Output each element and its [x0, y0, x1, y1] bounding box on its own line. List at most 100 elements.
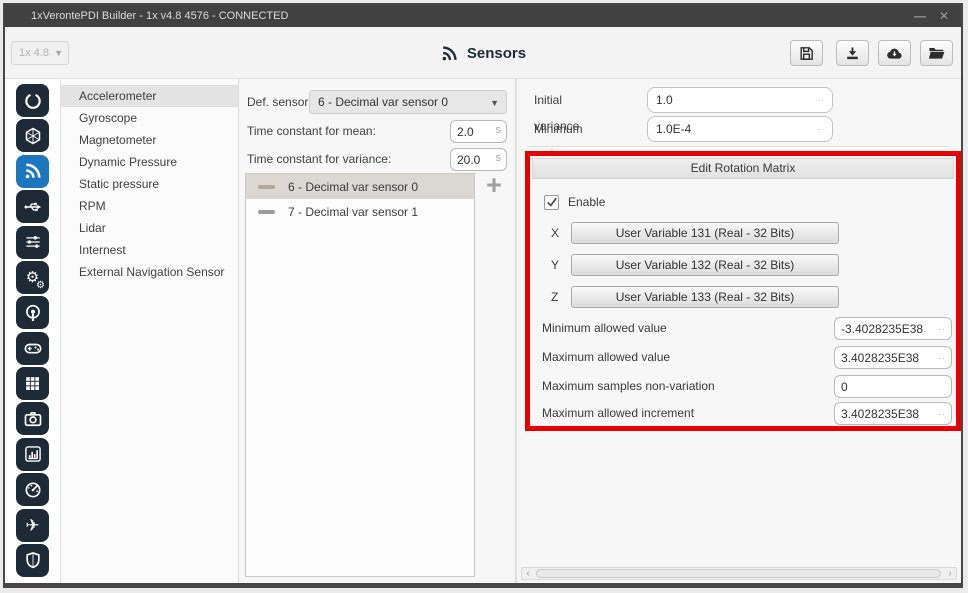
detail-panel: Initial variance .. Minimum variance .. …	[516, 79, 961, 583]
shield-icon	[23, 550, 43, 570]
def-sensor-value: 6 - Decimal var sensor 0	[318, 95, 448, 109]
cloud-download-button[interactable]	[878, 40, 911, 66]
enable-checkbox[interactable]	[544, 195, 559, 210]
toolbar-buttons	[790, 40, 953, 66]
sidebar-item-sliders[interactable]	[16, 226, 49, 259]
sidebar-item-gears[interactable]: ⚙ ⚙	[16, 261, 49, 294]
sensor-menu: Accelerometer Gyroscope Magnetometer Dyn…	[61, 79, 239, 583]
config-panel: Def. sensor: 6 - Decimal var sensor 0 ▼ …	[239, 79, 516, 583]
def-sensor-label: Def. sensor:	[247, 95, 312, 109]
overflow-dots: ..	[817, 93, 825, 104]
gamepad-icon	[23, 338, 43, 358]
menu-item-dynamic-pressure[interactable]: Dynamic Pressure	[61, 151, 238, 173]
podcast-icon	[23, 303, 43, 323]
initial-variance-input[interactable]	[647, 87, 833, 113]
axis-z-label: Z	[551, 286, 558, 308]
min-allowed-value-label: Minimum allowed value	[542, 317, 667, 340]
sidebar-item-gamepad[interactable]	[16, 332, 49, 365]
horizontal-scrollbar[interactable]: ‹ ›	[521, 567, 957, 580]
add-sensor-button[interactable]: +	[481, 173, 507, 199]
sidebar-item-plane[interactable]: ✈	[16, 509, 49, 542]
max-allowed-value-row: Maximum allowed value ..	[530, 346, 956, 369]
hexagon-wireframe-icon	[23, 126, 43, 146]
grid-icon	[23, 374, 42, 393]
axis-z-variable-button[interactable]: User Variable 133 (Real - 32 Bits)	[571, 286, 839, 308]
overflow-dots: ..	[938, 322, 946, 333]
sidebar-item-sensors[interactable]	[16, 155, 49, 188]
max-samples-label: Maximum samples non-variation	[542, 375, 715, 398]
usb-icon	[23, 197, 43, 217]
open-folder-icon	[927, 44, 946, 63]
sidebar-item-podcast[interactable]	[16, 296, 49, 329]
max-samples-input[interactable]	[834, 375, 952, 398]
scroll-left-icon[interactable]: ‹	[522, 568, 534, 579]
menu-item-external-navigation-sensor[interactable]: External Navigation Sensor	[61, 261, 238, 283]
titlebar: 1xVerontePDI Builder - 1x v4.8 4576 - CO…	[5, 5, 961, 27]
time-mean-label: Time constant for mean:	[247, 124, 376, 138]
page-title-text: Sensors	[467, 45, 526, 62]
sensor-list-item-1[interactable]: 7 - Decimal var sensor 1	[246, 199, 474, 224]
overflow-dots: ..	[938, 351, 946, 362]
axis-y-label: Y	[551, 254, 559, 276]
sidebar-item-hexagon[interactable]	[16, 119, 49, 152]
menu-item-lidar[interactable]: Lidar	[61, 217, 238, 239]
menu-item-accelerometer[interactable]: Accelerometer	[61, 85, 238, 107]
menu-item-gyroscope[interactable]: Gyroscope	[61, 107, 238, 129]
max-increment-input[interactable]	[834, 402, 952, 425]
menu-item-rpm[interactable]: RPM	[61, 195, 238, 217]
close-button[interactable]: ✕	[933, 5, 955, 27]
axis-x-variable-button[interactable]: User Variable 131 (Real - 32 Bits)	[571, 222, 839, 244]
highlight-rectangle: Edit Rotation Matrix Enable X User Varia…	[525, 151, 961, 431]
sliders-icon	[23, 232, 43, 252]
sidebar-item-bar-chart[interactable]	[16, 438, 49, 471]
sidebar-item-camera[interactable]	[16, 402, 49, 435]
max-allowed-value-input[interactable]	[834, 346, 952, 369]
save-button[interactable]	[790, 40, 823, 66]
minimum-variance-input[interactable]	[647, 116, 833, 142]
def-sensor-dropdown[interactable]: 6 - Decimal var sensor 0 ▼	[309, 90, 507, 114]
bar-chart-icon	[23, 444, 43, 464]
sidebar-item-grid[interactable]	[16, 367, 49, 400]
edit-rotation-matrix-header[interactable]: Edit Rotation Matrix	[532, 158, 954, 179]
sidebar-item-gauge[interactable]	[16, 473, 49, 506]
chevron-down-icon: ▼	[490, 92, 499, 114]
max-samples-field-wrap	[834, 375, 952, 398]
max-increment-field-wrap: ..	[834, 402, 952, 425]
scrollbar-thumb[interactable]	[536, 569, 941, 578]
enable-label: Enable	[568, 195, 605, 209]
window-title: 1xVerontePDI Builder - 1x v4.8 4576 - CO…	[31, 10, 288, 22]
sensor-list-item-0[interactable]: 6 - Decimal var sensor 0	[246, 174, 474, 199]
min-allowed-value-input[interactable]	[834, 317, 952, 340]
enable-row: Enable	[544, 194, 605, 210]
drag-handle-icon	[258, 185, 275, 189]
max-increment-row: Maximum allowed increment ..	[530, 402, 956, 425]
menu-item-static-pressure[interactable]: Static pressure	[61, 173, 238, 195]
download-button[interactable]	[836, 40, 869, 66]
menu-item-internest[interactable]: Internest	[61, 239, 238, 261]
sensor-listbox: 6 - Decimal var sensor 0 7 - Decimal var…	[245, 173, 475, 577]
max-allowed-value-field-wrap: ..	[834, 346, 952, 369]
unit-seconds: s	[496, 152, 502, 164]
sidebar-item-usb[interactable]	[16, 190, 49, 223]
scroll-right-icon[interactable]: ›	[944, 568, 956, 579]
toolbar: 1x 4.8 ▼ Sensors	[5, 27, 961, 79]
gauge-icon	[23, 480, 43, 500]
sidebar-item-power[interactable]	[16, 84, 49, 117]
time-variance-label: Time constant for variance:	[247, 152, 391, 166]
menu-item-magnetometer[interactable]: Magnetometer	[61, 129, 238, 151]
chevron-down-icon: ▼	[54, 42, 63, 64]
version-selector[interactable]: 1x 4.8 ▼	[11, 41, 69, 65]
unit-seconds: s	[496, 124, 502, 136]
cloud-download-icon	[885, 44, 904, 63]
sidebar-item-shield[interactable]	[16, 544, 49, 577]
axis-y-variable-button[interactable]: User Variable 132 (Real - 32 Bits)	[571, 254, 839, 276]
max-allowed-value-label: Maximum allowed value	[542, 346, 670, 369]
time-mean-field-wrap: s	[450, 120, 507, 143]
sensor-list-item-label: 6 - Decimal var sensor 0	[288, 180, 418, 194]
minimize-button[interactable]: —	[909, 5, 931, 27]
icon-sidebar: ⚙ ⚙ ✈	[5, 79, 61, 583]
min-allowed-value-row: Minimum allowed value ..	[530, 317, 956, 340]
overflow-dots: ..	[817, 122, 825, 133]
overflow-dots: ..	[938, 407, 946, 418]
open-folder-button[interactable]	[920, 40, 953, 66]
